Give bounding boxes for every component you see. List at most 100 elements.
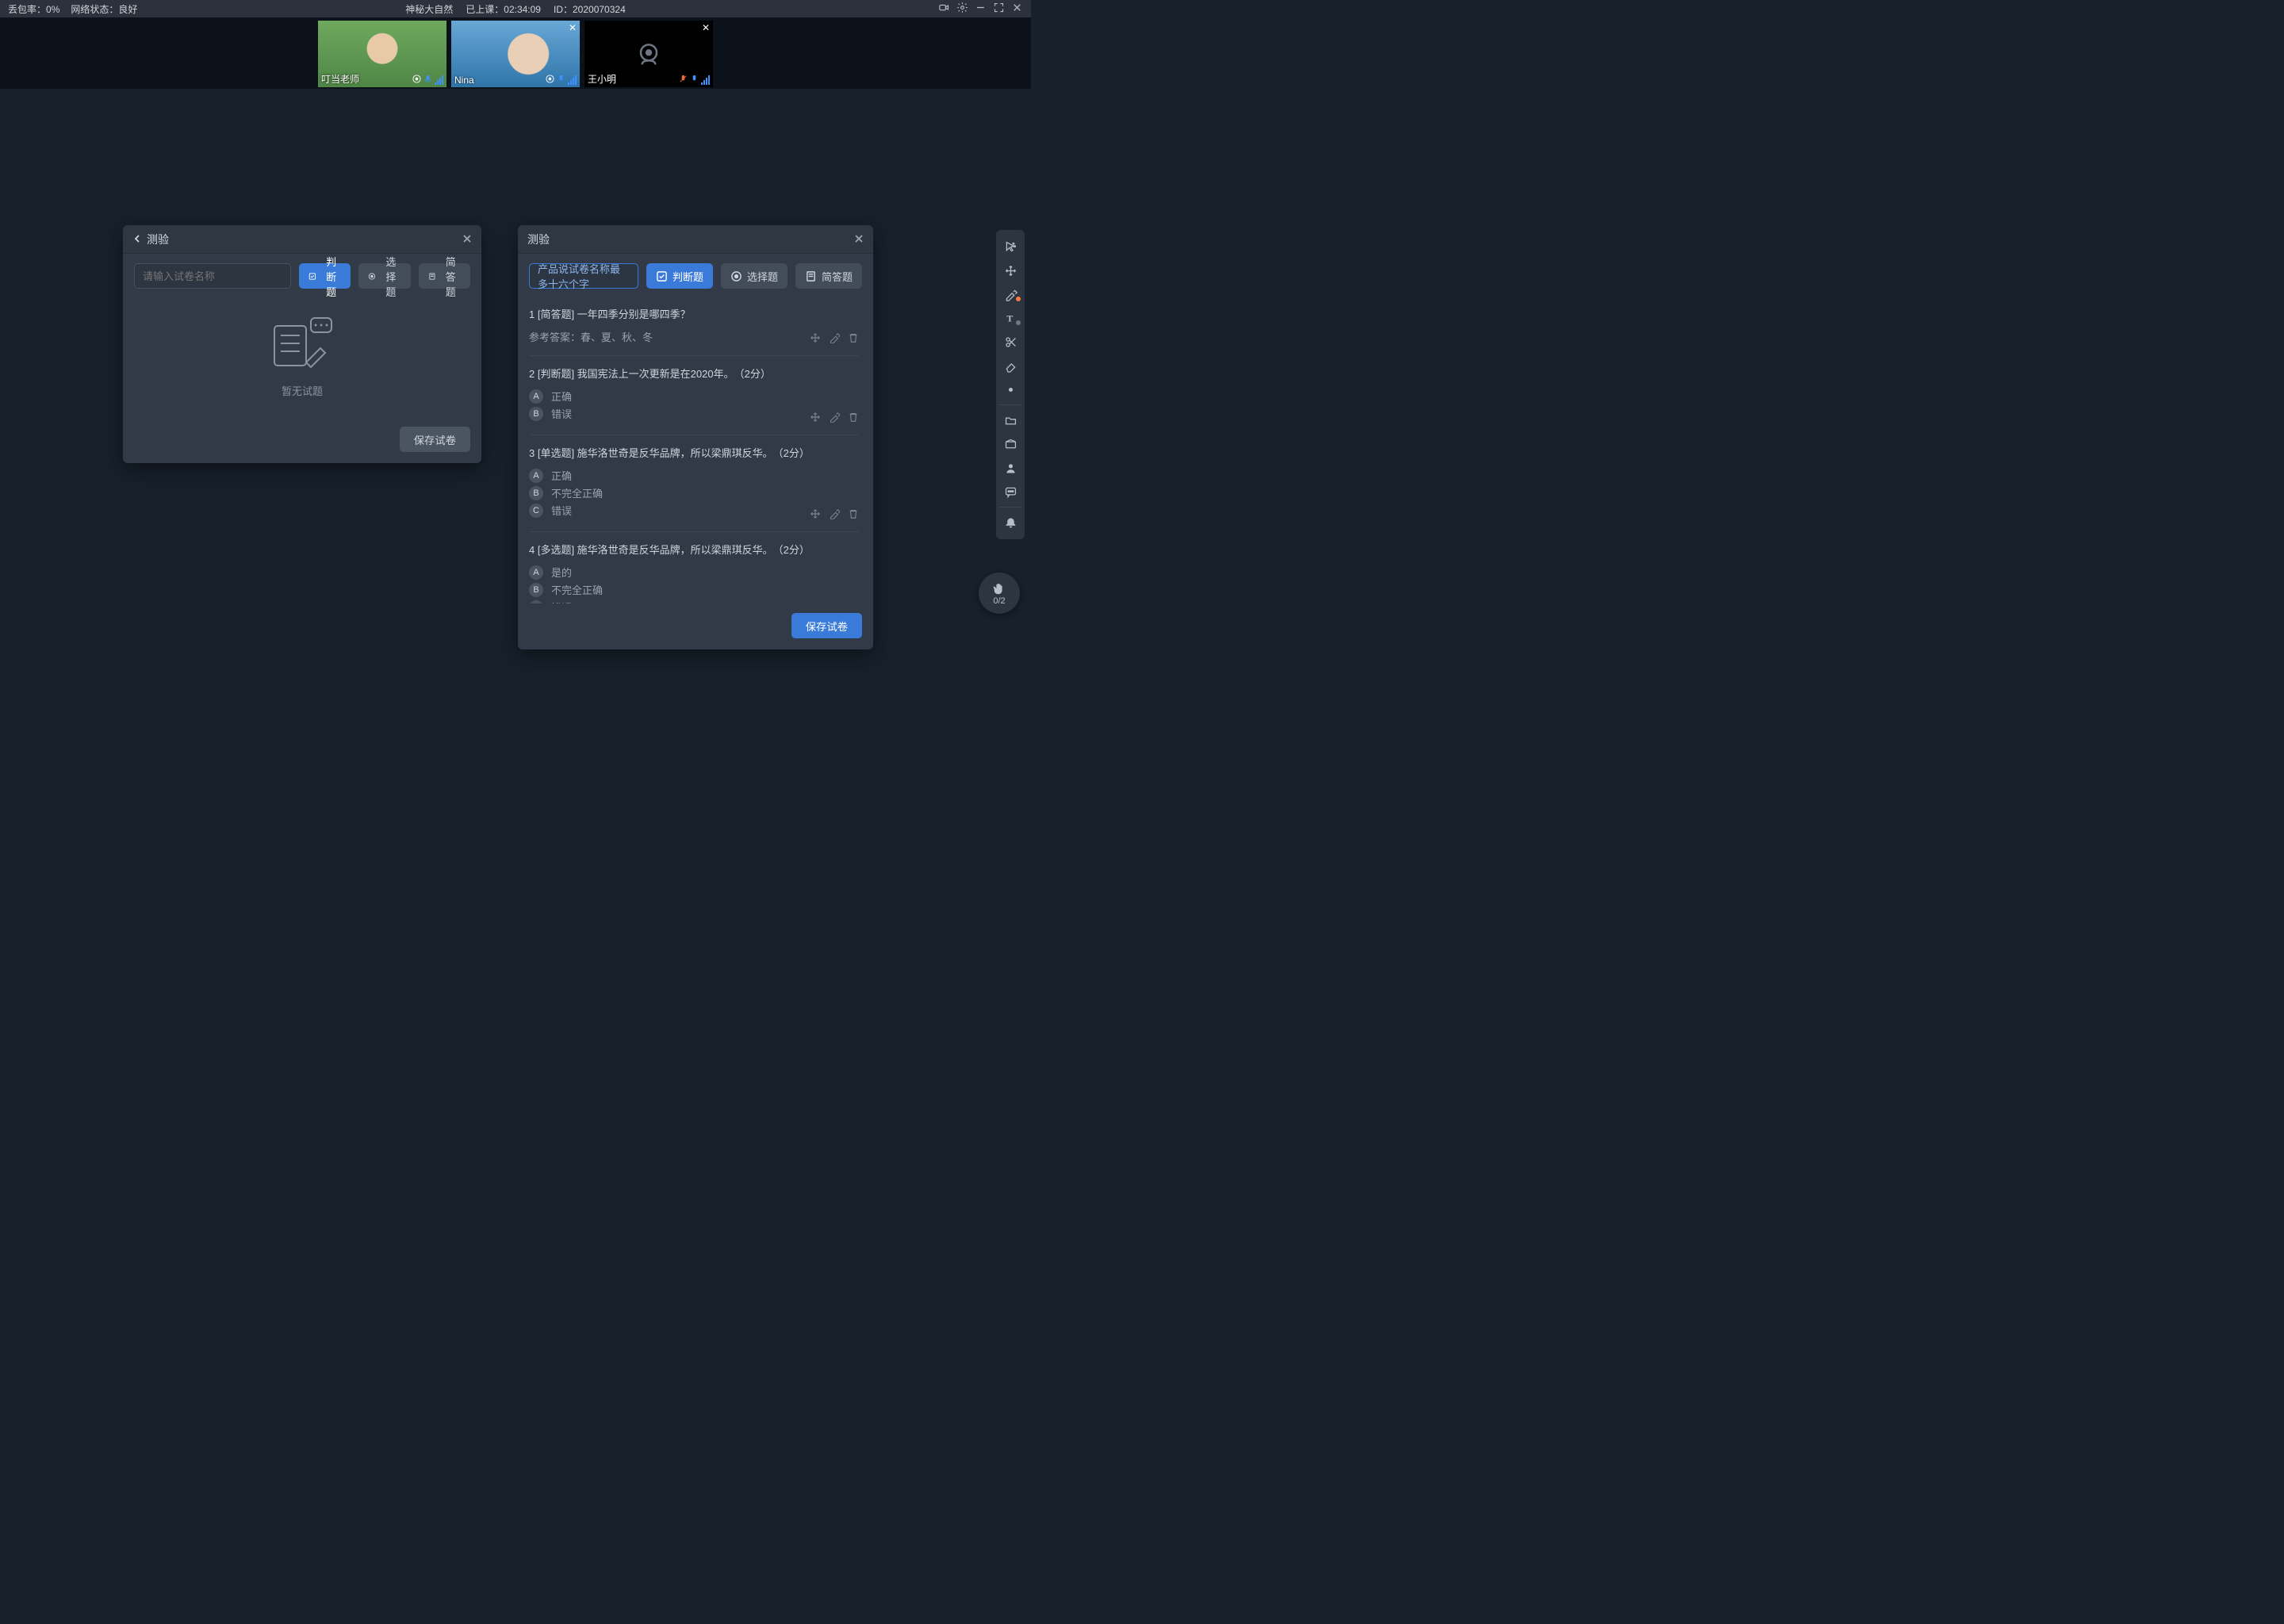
delete-icon[interactable] [848,332,859,346]
quiz-name-input[interactable] [134,263,291,289]
question-title: 2 [判断题] 我国宪法上一次更新是在2020年。 （2分） [529,366,859,381]
video-tile[interactable]: ✕ Nina [451,21,580,87]
video-tile[interactable]: ✕ 王小明 [584,21,713,87]
eraser-icon[interactable] [996,354,1025,377]
option-key: B [529,583,543,597]
camera-off-icon [633,38,665,70]
panel-title: 测验 [147,232,169,247]
video-tile-name: Nina [454,75,474,86]
chat-icon[interactable] [996,480,1025,504]
move-icon[interactable] [810,508,821,522]
option-key: B [529,486,543,500]
close-icon[interactable]: ✕ [569,22,577,33]
move-icon[interactable] [996,259,1025,282]
question-item: 2 [判断题] 我国宪法上一次更新是在2020年。 （2分） A 正确 B 错误 [529,356,859,435]
move-icon[interactable] [810,332,821,346]
question-option[interactable]: B不完全正确 [529,485,859,500]
camera-toggle-icon[interactable] [938,2,950,16]
question-item: 1 [简答题] 一年四季分别是哪四季？ 参考答案：春、夏、秋、冬 [529,297,859,356]
hand-raise-count: 0/2 [993,596,1005,606]
hand-icon [992,581,1006,596]
judge-question-button[interactable]: 判断题 [646,263,713,289]
essay-question-button[interactable]: 简答题 [795,263,862,289]
question-option[interactable]: A是的 [529,565,859,580]
question-item: 4 [多选题] 施华洛世奇是反华品牌，所以梁鼎琪反华。 （2分） A是的 B 不完全… [529,532,859,603]
folder-icon[interactable] [996,408,1025,432]
top-status-bar: 丢包率：0% 网络状态：良好 神秘大自然 已上课：02:34:09 ID：202… [0,0,1031,17]
question-option[interactable]: C 错误 [529,599,859,603]
course-title: 神秘大自然 [405,2,453,16]
signal-icon [701,75,710,85]
option-key: A [529,469,543,483]
video-thumbnail-strip: 叮当老师 ✕ Nina ✕ 王小明 [0,17,1031,89]
choice-question-button[interactable]: 选择题 [721,263,788,289]
video-tile-name: 王小明 [588,72,616,86]
close-icon[interactable] [854,233,864,246]
signal-icon [568,75,577,85]
delete-icon[interactable] [848,412,859,425]
fullscreen-icon[interactable] [993,2,1005,16]
question-list[interactable]: 1 [简答题] 一年四季分别是哪四季？ 参考答案：春、夏、秋、冬 2 [判断题]… [529,297,862,603]
assets-icon[interactable] [996,432,1025,456]
question-option[interactable]: A 正确 [529,468,859,483]
question-title: 3 [单选题] 施华洛世奇是反华品牌，所以梁鼎琪反华。 （2分） [529,445,859,460]
option-text: 错误 [551,599,572,603]
mic-icon [690,74,699,86]
delete-icon[interactable] [848,508,859,522]
record-icon [546,74,554,86]
mic-muted-icon [679,74,688,86]
judge-question-button[interactable]: 判断题 [299,263,351,289]
signal-icon [435,75,443,85]
gear-icon[interactable] [956,2,968,16]
option-key: B [529,407,543,421]
close-icon[interactable]: ✕ [702,22,710,33]
elapsed-time: 已上课：02:34:09 [466,2,541,16]
option-key: C [529,600,543,604]
panel-title: 测验 [527,232,550,247]
quiz-panel-editor: 测验 产品说试卷名称最多十六个字 判断题 选择题 简答题 1 [简答题] 一年四… [518,225,873,649]
svg-text:T: T [1006,312,1013,324]
hand-raise-button[interactable]: 0/2 [979,573,1020,614]
person-icon[interactable] [996,456,1025,480]
edit-icon[interactable] [829,332,840,346]
option-key: A [529,389,543,404]
edit-icon[interactable] [829,412,840,425]
option-text: 不完全正确 [551,582,603,597]
scissors-icon[interactable] [996,330,1025,354]
mic-icon [557,74,565,86]
empty-quiz-icon [266,316,338,372]
edit-icon[interactable] [829,508,840,522]
bell-icon[interactable] [996,511,1025,534]
back-icon[interactable] [132,233,142,246]
minimize-icon[interactable] [975,2,987,16]
close-icon[interactable] [462,233,472,246]
save-quiz-button[interactable]: 保存试卷 [791,613,862,638]
question-option[interactable]: A 正确 [529,389,859,404]
text-tool-icon[interactable]: T [996,306,1025,330]
record-icon [412,74,421,86]
drawing-toolbar: T [996,230,1025,539]
essay-question-button[interactable]: 简答题 [419,263,470,289]
quiz-name-display[interactable]: 产品说试卷名称最多十六个字 [529,263,638,289]
option-text: 是的 [551,565,572,580]
question-title: 4 [多选题] 施华洛世奇是反华品牌，所以梁鼎琪反华。 （2分） [529,542,859,557]
choice-question-button[interactable]: 选择题 [358,263,410,289]
option-text: 正确 [551,389,572,404]
option-text: 错误 [551,406,572,421]
save-quiz-button[interactable]: 保存试卷 [400,427,470,452]
session-id: ID：2020070324 [554,2,626,16]
empty-state-text: 暂无试题 [282,383,323,398]
video-tile[interactable]: 叮当老师 [318,21,446,87]
move-icon[interactable] [810,412,821,425]
option-text: 正确 [551,468,572,483]
brightness-icon[interactable] [996,377,1025,401]
network-status-label: 网络状态：良好 [71,2,137,16]
mic-icon [423,74,432,86]
option-key: C [529,504,543,518]
question-title: 1 [简答题] 一年四季分别是哪四季？ [529,306,859,321]
pen-icon[interactable] [996,282,1025,306]
question-option[interactable]: B 不完全正确 [529,582,859,597]
close-icon[interactable] [1011,2,1023,16]
quiz-panel-empty: 测验 判断题 选择题 简答题 [123,225,481,463]
cursor-select-icon[interactable] [996,235,1025,259]
